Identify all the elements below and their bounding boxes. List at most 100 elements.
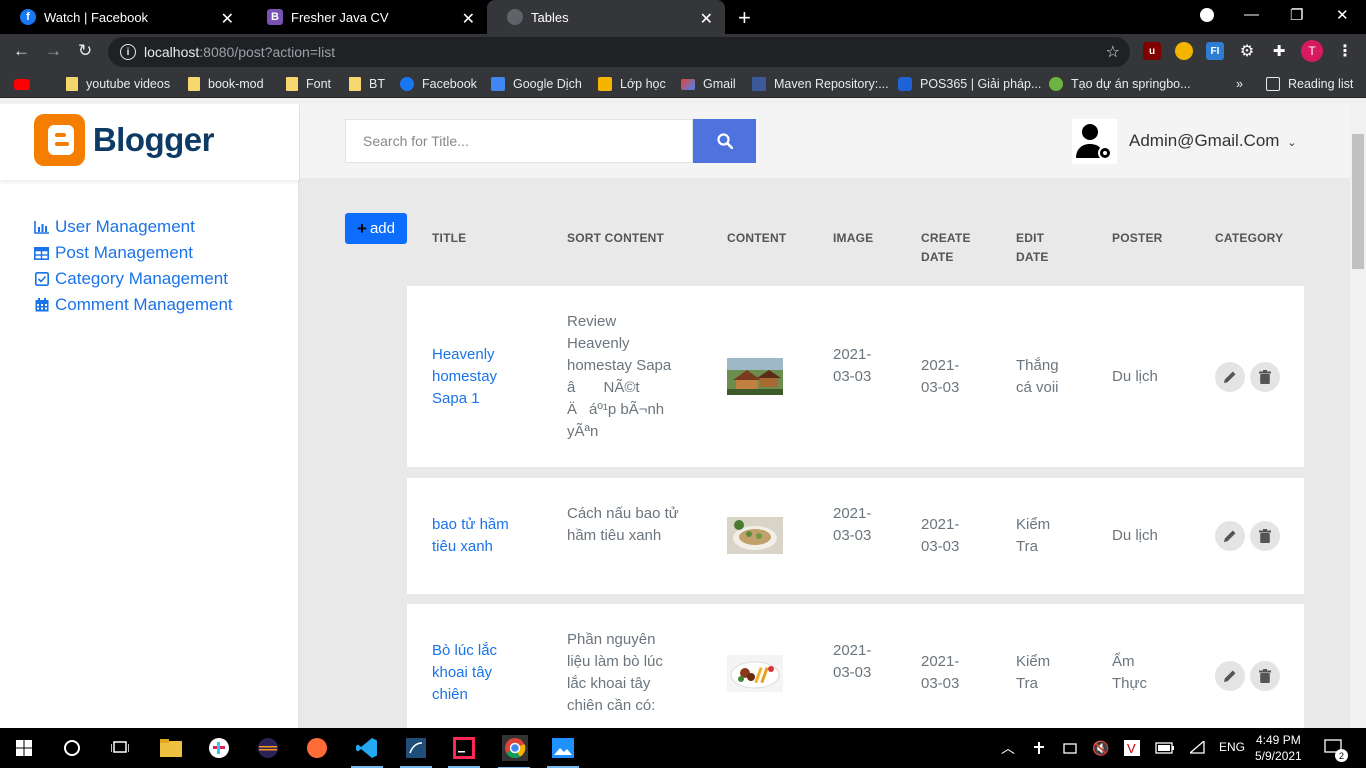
create-date: 2021-03-03 (833, 505, 872, 544)
bookmark-pos365[interactable]: POS365 | Giải pháp... (898, 75, 1041, 93)
extensions-puzzle-icon[interactable]: ✚ (1270, 42, 1288, 60)
minimize-icon[interactable]: — (1244, 6, 1259, 23)
bookmark-star-icon[interactable]: ☆ (1106, 42, 1120, 62)
table-row: Heavenly homestay Sapa 1 Review Heavenly… (407, 286, 1304, 467)
bookmark-folder[interactable]: youtube videos (66, 75, 170, 93)
reload-icon[interactable]: ↻ (78, 41, 92, 61)
user-menu-toggle[interactable]: Admin@Gmail.Com ⌄ (1129, 131, 1296, 151)
bookmark-gmail[interactable]: Gmail (681, 75, 736, 93)
restore-icon[interactable]: ❐ (1290, 6, 1303, 24)
wifi-icon[interactable] (1186, 736, 1210, 760)
delete-button[interactable] (1250, 661, 1280, 691)
scrollbar-thumb[interactable] (1352, 134, 1364, 269)
poster: Kiểm Tra (1016, 516, 1051, 555)
camera-tray-icon[interactable] (1058, 736, 1082, 760)
back-icon[interactable]: ← (13, 41, 30, 61)
eclipse-icon[interactable] (256, 736, 280, 760)
post-thumbnail[interactable] (727, 655, 783, 692)
bookmark-google-translate[interactable]: Google Dịch (491, 75, 582, 93)
trash-icon (1259, 669, 1271, 683)
file-explorer-icon[interactable] (159, 736, 183, 760)
chevron-up-icon[interactable]: ︿ (996, 736, 1020, 760)
folder-icon (286, 77, 298, 91)
edit-button[interactable] (1215, 661, 1245, 691)
sidebar-item-user-management[interactable]: User Management (34, 214, 233, 240)
slack-icon[interactable] (207, 736, 231, 760)
system-clock[interactable]: 4:49 PM 5/9/2021 (1255, 732, 1302, 764)
search-icon[interactable] (60, 736, 84, 760)
forward-icon[interactable]: → (45, 41, 62, 61)
column-header-edit-date: EDIT DATE (1016, 231, 1049, 264)
mysql-workbench-icon[interactable] (400, 736, 432, 768)
avatar[interactable] (1072, 119, 1117, 164)
notifications-icon[interactable]: 2 (1322, 736, 1348, 762)
search-input[interactable] (345, 119, 693, 163)
window-close-icon[interactable]: ✕ (1336, 6, 1349, 24)
bookmark-folder[interactable]: BT (349, 75, 385, 93)
delete-button[interactable] (1250, 521, 1280, 551)
post-thumbnail[interactable] (727, 517, 783, 554)
intellij-icon[interactable] (448, 736, 480, 768)
slack-tray-icon[interactable] (1027, 736, 1051, 760)
gear-icon[interactable]: ⚙ (1238, 42, 1256, 60)
post-thumbnail[interactable] (727, 358, 783, 395)
close-icon[interactable]: ✕ (462, 9, 475, 29)
column-header-category: CATEGORY (1215, 231, 1284, 245)
menu-kebab-icon[interactable]: ⋮ (1336, 42, 1354, 60)
close-icon[interactable]: ✕ (221, 9, 234, 29)
bookmark-facebook[interactable]: Facebook (400, 75, 477, 93)
ublock-icon[interactable]: u (1143, 42, 1161, 60)
check-square-icon (34, 272, 49, 286)
post-title-link[interactable]: Bò lúc lắc khoai tây chiên (432, 640, 522, 706)
profile-avatar[interactable]: T (1301, 40, 1323, 62)
language-indicator[interactable]: ENG (1219, 740, 1245, 754)
task-view-icon[interactable] (108, 736, 132, 760)
delete-button[interactable] (1250, 362, 1280, 392)
fi-extension-icon[interactable]: FI (1206, 42, 1224, 60)
vivaldi-tray-icon[interactable]: V (1120, 736, 1144, 760)
site-info-icon[interactable]: i (120, 44, 136, 60)
sidebar-item-comment-management[interactable]: Comment Management (34, 292, 233, 318)
postman-icon[interactable] (305, 736, 329, 760)
bookmark-folder[interactable]: Font (286, 75, 331, 93)
vscode-icon[interactable] (351, 736, 383, 768)
tab-tables[interactable]: Tables ✕ (487, 0, 725, 34)
pencil-icon (1224, 371, 1236, 383)
sidebar-item-category-management[interactable]: Category Management (34, 266, 233, 292)
chevron-down-icon: ⌄ (1287, 137, 1297, 149)
bookmark-folder[interactable]: book-mod (188, 75, 264, 93)
tab-fresher-java-cv[interactable]: B Fresher Java CV ✕ (247, 0, 487, 34)
more-bookmarks-icon[interactable]: » (1236, 75, 1243, 93)
volume-muted-icon[interactable]: 🔇 (1089, 736, 1113, 760)
globe-icon (507, 9, 523, 25)
tab-facebook[interactable]: f Watch | Facebook ✕ (0, 0, 246, 34)
edit-button[interactable] (1215, 362, 1245, 392)
blogger-logo[interactable]: Blogger (34, 114, 215, 166)
bookmark-spring[interactable]: Tạo dự án springbo... (1049, 75, 1191, 93)
reading-list[interactable]: Reading list (1266, 75, 1353, 93)
bookmark-youtube[interactable] (14, 75, 38, 93)
pencil-icon (1224, 670, 1236, 682)
facebook-icon (400, 77, 414, 91)
bookmark-classroom[interactable]: Lớp học (598, 75, 666, 93)
extension-icon[interactable] (1175, 42, 1193, 60)
search-button[interactable] (693, 119, 756, 163)
windows-start-icon[interactable] (12, 736, 36, 760)
post-title-link[interactable]: Heavenly homestay Sapa 1 (432, 344, 522, 410)
photos-icon[interactable] (547, 736, 579, 768)
bookmark-maven[interactable]: Maven Repository:... (752, 75, 889, 93)
tab-search-icon[interactable] (1200, 8, 1214, 22)
top-navbar: Admin@Gmail.Com ⌄ (300, 104, 1350, 178)
post-title-link[interactable]: bao tử hầm tiêu xanh (432, 514, 532, 558)
create-date: 2021-03-03 (833, 346, 872, 385)
add-post-button[interactable]: + add (345, 213, 407, 244)
page-scrollbar[interactable] (1350, 104, 1366, 728)
new-tab-icon[interactable]: + (738, 5, 751, 31)
sidebar-item-post-management[interactable]: Post Management (34, 240, 233, 266)
address-bar[interactable]: i localhost :8080/post?action=list ☆ (108, 37, 1130, 67)
close-icon[interactable]: ✕ (700, 9, 713, 29)
url-host: localhost (144, 44, 200, 60)
chrome-icon[interactable] (498, 735, 530, 768)
battery-icon[interactable] (1153, 736, 1177, 760)
edit-button[interactable] (1215, 521, 1245, 551)
